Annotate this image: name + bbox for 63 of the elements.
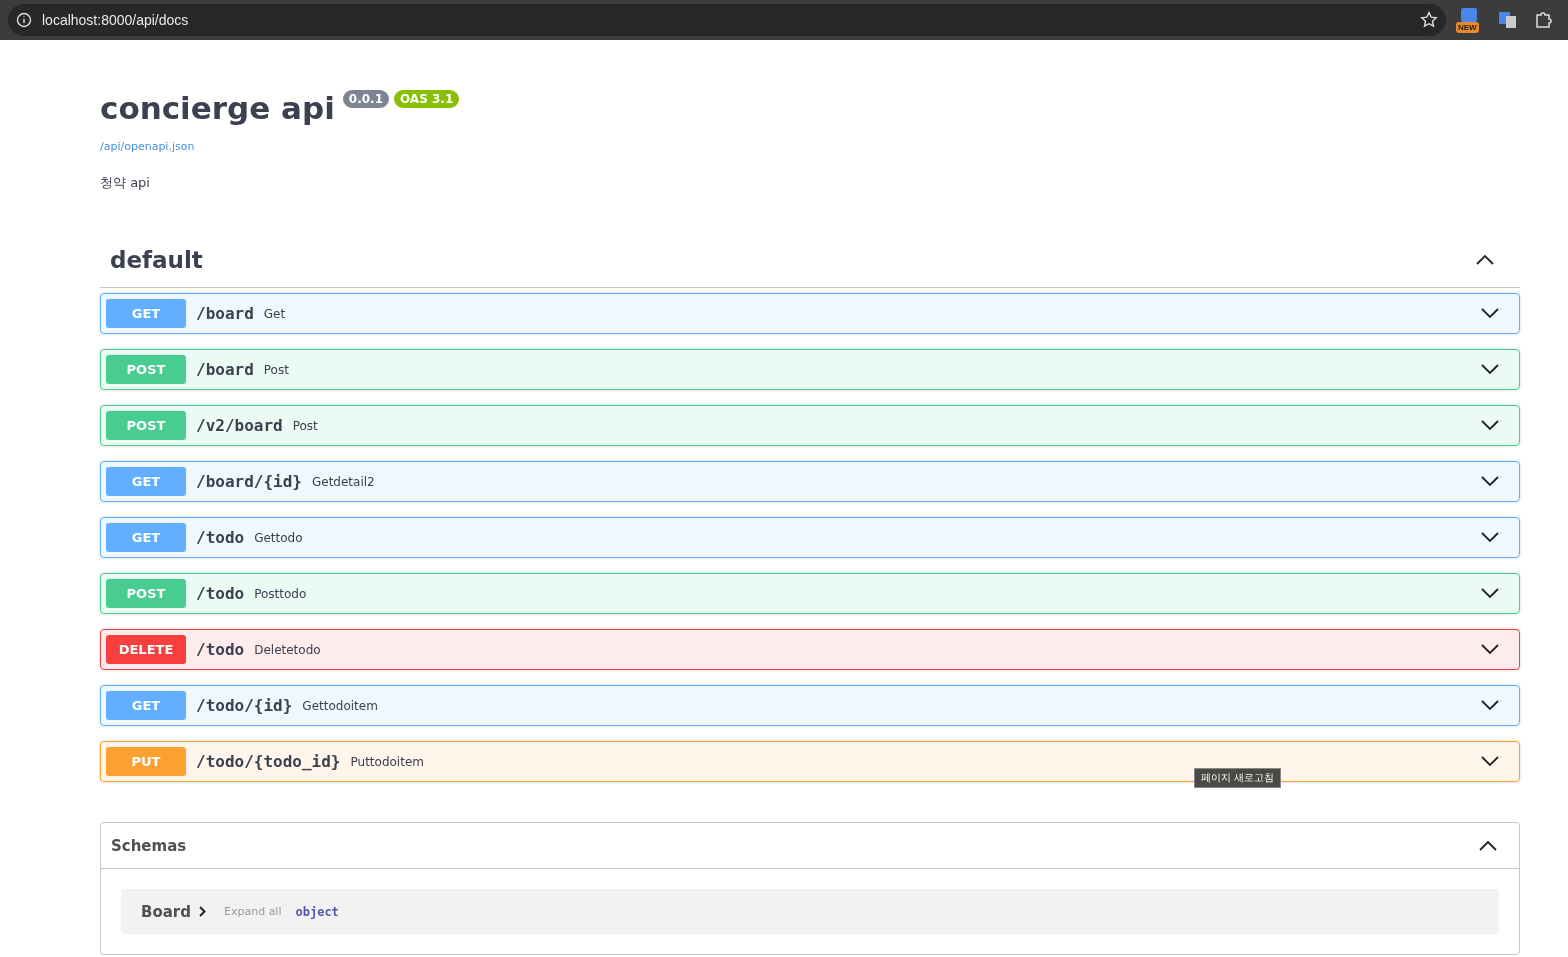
endpoint-path: /todo — [196, 640, 245, 659]
expand-chevron-icon[interactable] — [1481, 756, 1499, 767]
endpoint-summary: Posttodo — [254, 586, 307, 601]
expand-chevron-icon[interactable] — [1481, 364, 1499, 375]
model-name: Board — [141, 902, 191, 921]
method-badge: POST — [106, 355, 186, 384]
endpoint-row[interactable]: GET /todo/{id} Gettodoitem — [100, 685, 1520, 726]
version-badge: 0.0.1 — [342, 90, 389, 108]
model-row[interactable]: Board Expand all object — [121, 889, 1499, 934]
method-badge: PUT — [106, 747, 186, 776]
expand-chevron-icon[interactable] — [1481, 644, 1499, 655]
bookmark-star-icon[interactable] — [1420, 11, 1438, 29]
endpoint-row[interactable]: POST /v2/board Post — [100, 405, 1520, 446]
method-badge: POST — [106, 411, 186, 440]
endpoint-row[interactable]: GET /board Get — [100, 293, 1520, 334]
section-title[interactable]: default — [110, 246, 203, 273]
oas-badge: OAS 3.1 — [394, 90, 460, 108]
tooltip: 페이지 새로고침 — [1194, 768, 1282, 788]
method-badge: GET — [106, 299, 186, 328]
method-badge: POST — [106, 579, 186, 608]
endpoint-row[interactable]: POST /todo Posttodo — [100, 573, 1520, 614]
endpoint-path: /todo/{todo_id} — [196, 752, 341, 771]
endpoint-summary: Puttodoitem — [350, 754, 424, 769]
method-badge: GET — [106, 523, 186, 552]
schemas-title[interactable]: Schemas — [111, 836, 187, 855]
endpoint-summary: Gettodoitem — [302, 698, 378, 713]
api-title: concierge api — [100, 89, 335, 128]
endpoint-summary: Post — [263, 362, 289, 377]
endpoint-path: /todo — [196, 584, 245, 603]
endpoint-row[interactable]: POST /board Post — [100, 349, 1520, 390]
expand-chevron-icon[interactable] — [1481, 476, 1499, 487]
translate-icon[interactable] — [1498, 10, 1518, 30]
method-badge: GET — [106, 467, 186, 496]
endpoint-summary: Gettodo — [254, 530, 303, 545]
address-bar[interactable]: localhost:8000/api/docs — [8, 4, 1446, 36]
method-badge: DELETE — [106, 635, 186, 664]
expand-chevron-icon[interactable] — [1481, 532, 1499, 543]
collapse-chevron-icon[interactable] — [1476, 254, 1494, 265]
endpoint-path: /board/{id} — [196, 472, 302, 491]
info-icon[interactable] — [16, 12, 32, 28]
endpoint-summary: Post — [292, 418, 318, 433]
endpoint-row[interactable]: GET /board/{id} Getdetail2 — [100, 461, 1520, 502]
model-type: object — [295, 904, 339, 919]
endpoint-path: /todo — [196, 528, 245, 547]
endpoint-row[interactable]: DELETE /todo Deletetodo — [100, 629, 1520, 670]
endpoint-path: /v2/board — [196, 416, 283, 435]
endpoint-summary: Getdetail2 — [311, 474, 375, 489]
endpoint-path: /todo/{id} — [196, 696, 293, 715]
url-text: localhost:8000/api/docs — [42, 12, 189, 28]
endpoint-path: /board — [196, 360, 254, 379]
method-badge: GET — [106, 691, 186, 720]
expand-chevron-icon[interactable] — [1481, 420, 1499, 431]
expand-chevron-icon[interactable] — [1481, 588, 1499, 599]
expand-chevron-icon[interactable] — [1481, 308, 1499, 319]
collapse-chevron-icon[interactable] — [1479, 840, 1497, 851]
puzzle-icon[interactable] — [1534, 11, 1552, 29]
chevron-right-icon[interactable] — [199, 906, 206, 917]
endpoint-path: /board — [196, 304, 254, 323]
api-description: 청약 api — [100, 174, 151, 192]
expand-chevron-icon[interactable] — [1481, 700, 1499, 711]
endpoint-summary: Deletetodo — [254, 642, 321, 657]
endpoint-row[interactable]: GET /todo Gettodo — [100, 517, 1520, 558]
endpoint-summary: Get — [263, 306, 286, 321]
